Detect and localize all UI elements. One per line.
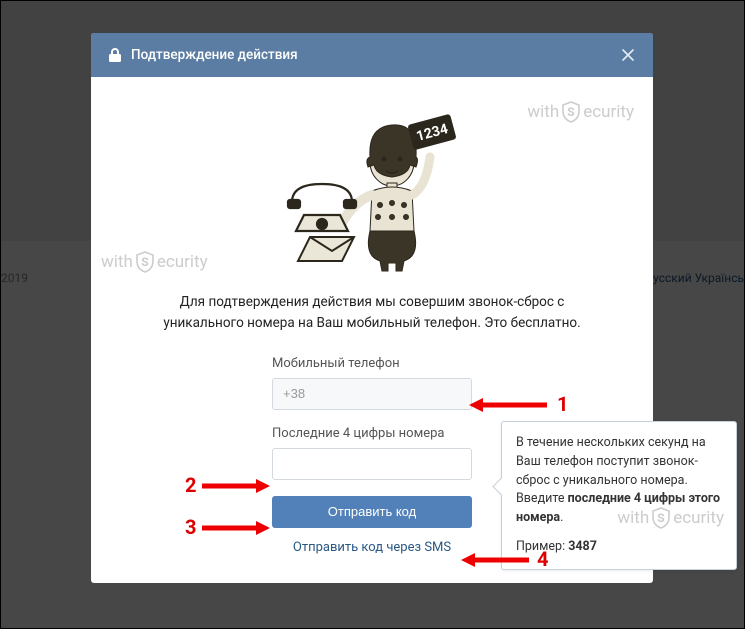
send-sms-link[interactable]: Отправить код через SMS [272, 540, 472, 555]
annotation-number: 2 [185, 473, 196, 497]
modal-header: Подтверждение действия [91, 33, 653, 77]
annotation-number: 3 [185, 515, 196, 539]
annotation-number: 4 [537, 547, 548, 571]
lock-icon [109, 48, 121, 62]
phone-label: Мобильный телефон [272, 356, 472, 371]
code-input[interactable] [272, 448, 472, 480]
close-icon[interactable] [621, 48, 635, 62]
verification-form: Мобильный телефон Последние 4 цифры номе… [272, 356, 472, 555]
description-text: Для подтверждения действия мы совершим з… [151, 292, 593, 334]
annotation-number: 1 [557, 392, 568, 416]
verification-illustration: 1234 [272, 97, 472, 272]
code-label: Последние 4 цифры номера [272, 426, 472, 441]
phone-input[interactable] [272, 378, 472, 410]
submit-button[interactable]: Отправить код [272, 496, 472, 528]
modal-title: Подтверждение действия [131, 47, 298, 63]
